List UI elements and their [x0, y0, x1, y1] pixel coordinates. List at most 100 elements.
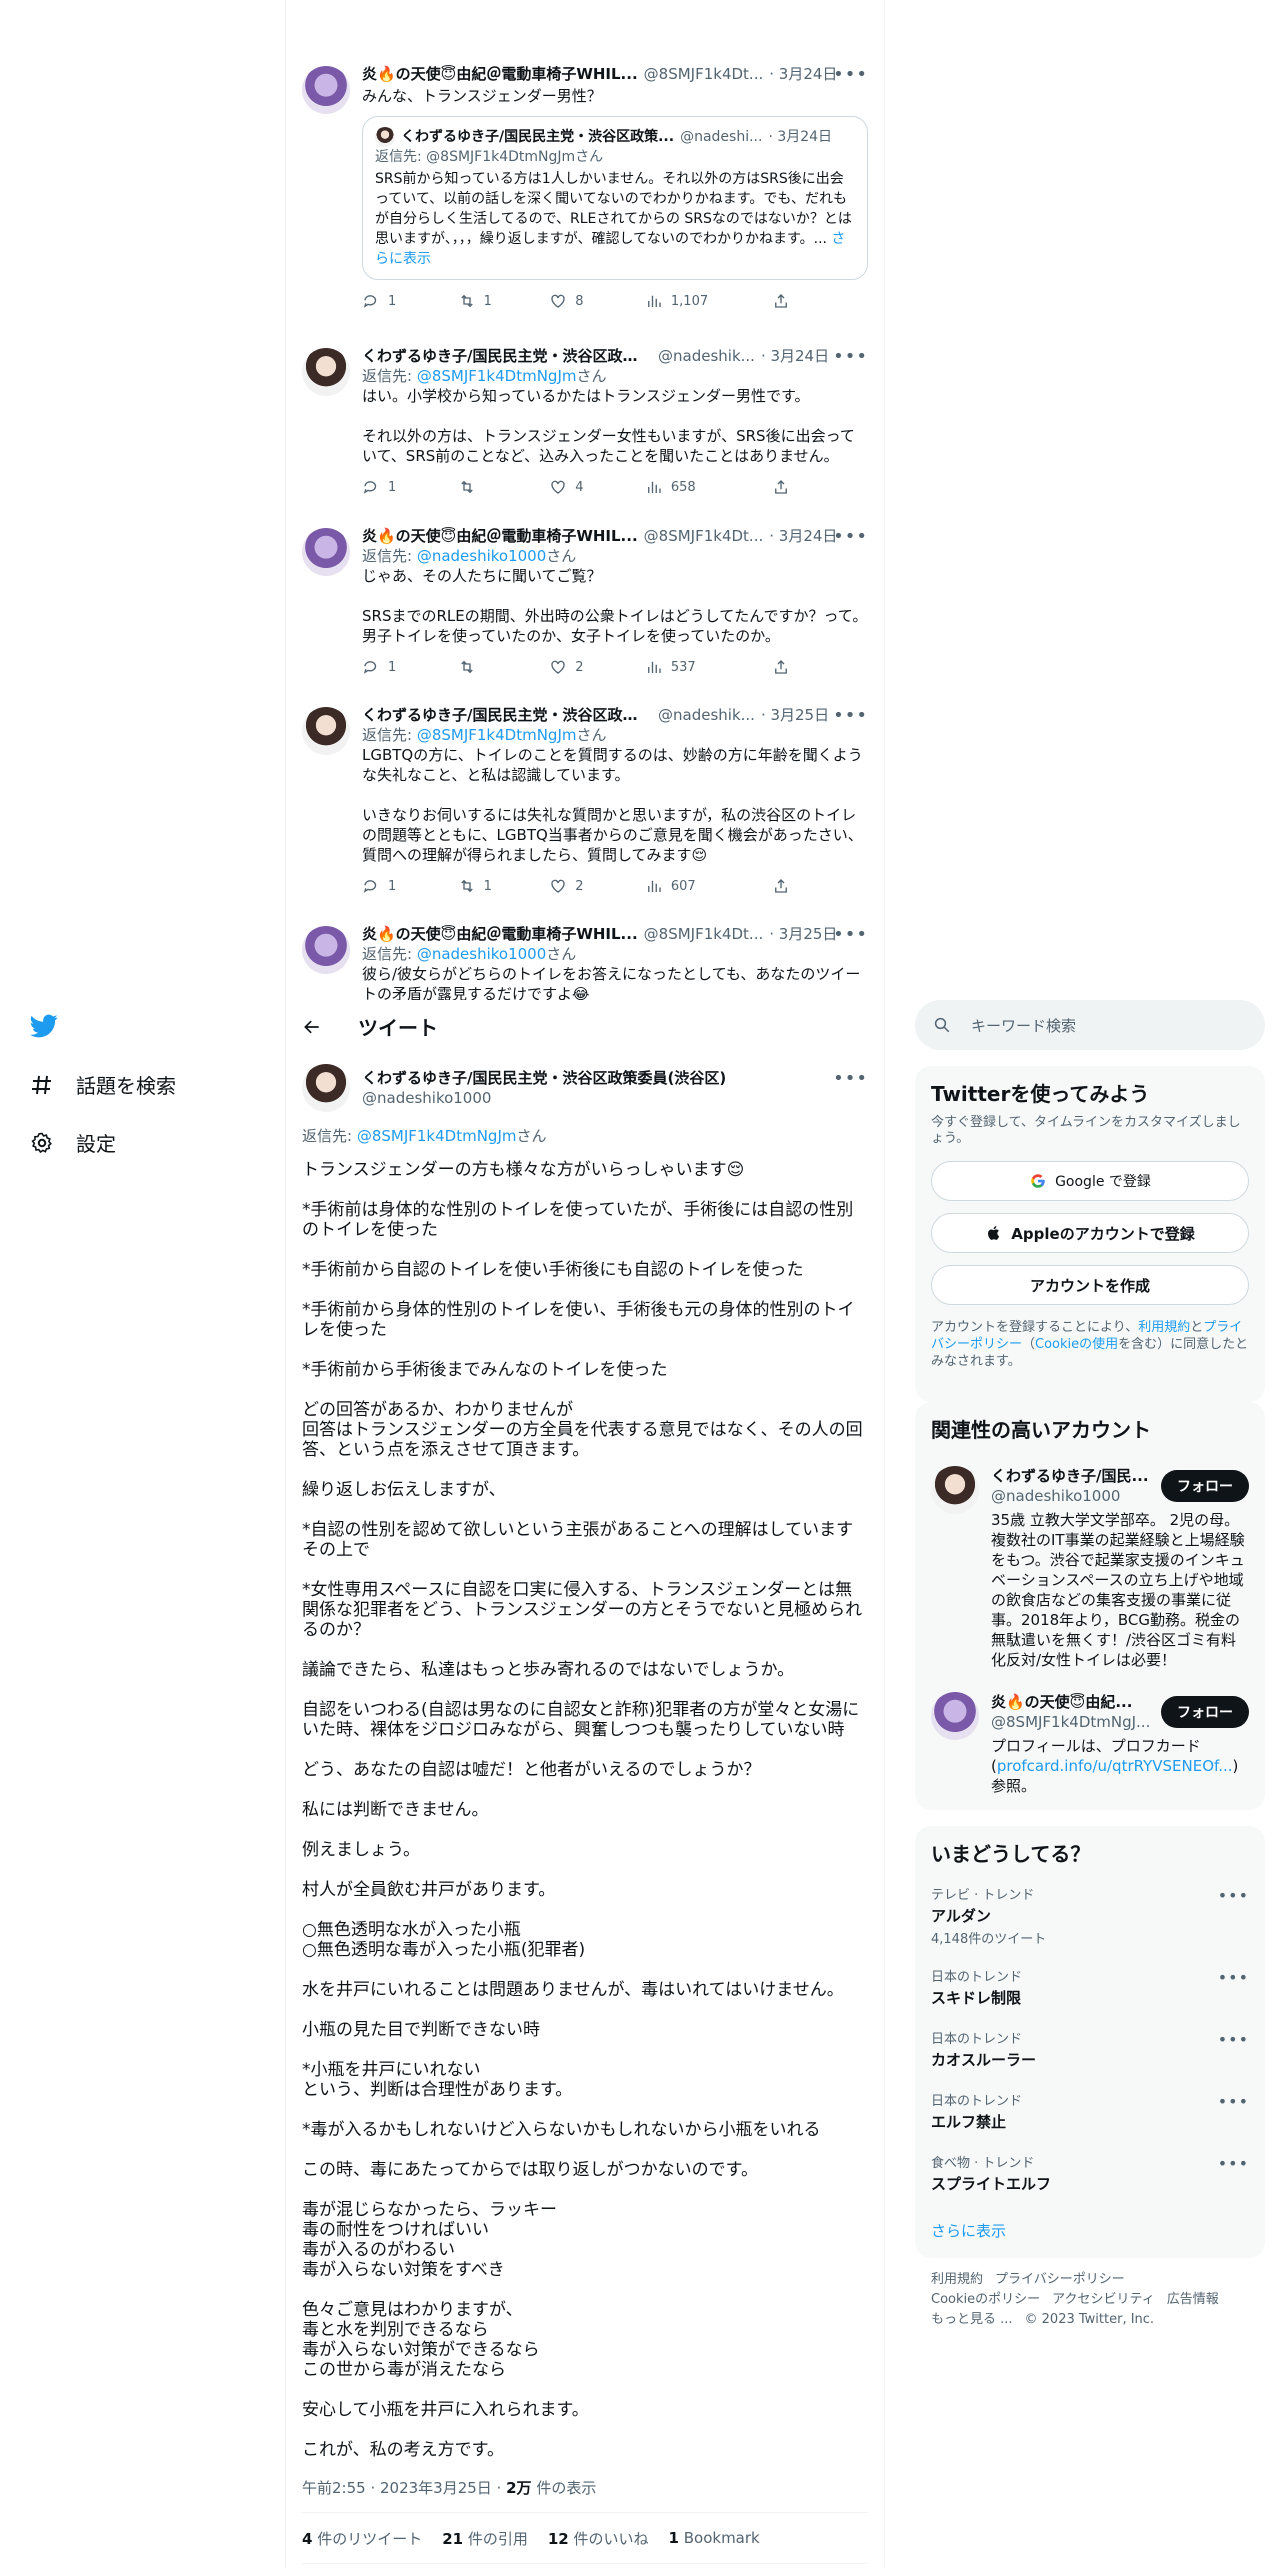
views-button[interactable]: 537: [645, 658, 773, 676]
footer-link[interactable]: プライバシーポリシー: [995, 2272, 1125, 2287]
like-button[interactable]: 4: [549, 478, 645, 496]
more-icon[interactable]: •••: [833, 64, 868, 85]
tweet-date[interactable]: · 3月25日: [769, 924, 837, 944]
search-input[interactable]: キーワード検索: [915, 1000, 1265, 1050]
back-arrow-icon[interactable]: [302, 1017, 322, 1037]
account-item[interactable]: 炎🔥の天使😇由紀... @8SMJF1k4DtmNgJ... フォロー プロフィ…: [915, 1684, 1265, 1804]
like-button[interactable]: 8: [549, 292, 645, 310]
share-button[interactable]: [772, 478, 868, 496]
profcard-link[interactable]: profcard.info/u/qtrRYVSENEOf...: [997, 1757, 1233, 1775]
author-name[interactable]: 炎🔥の天使😇由紀＠電動車椅子WHIL...: [362, 64, 638, 84]
trend-item[interactable]: 日本のトレンド スキドレ制限 •••: [931, 1966, 1249, 2008]
show-more-trends-link[interactable]: さらに表示: [931, 2220, 1006, 2241]
reply-button[interactable]: 1: [362, 292, 458, 310]
cookie-link[interactable]: Cookieの使用: [1035, 1337, 1118, 1352]
author-name[interactable]: くわずるゆき子/国民民主党・渋谷区政策委員(渋谷区): [362, 1068, 726, 1088]
terms-link[interactable]: 利用規約: [1138, 1320, 1190, 1335]
avatar[interactable]: [302, 528, 350, 576]
tweet-date[interactable]: · 3月24日: [769, 526, 837, 546]
follow-button[interactable]: フォロー: [1161, 1470, 1249, 1502]
more-icon[interactable]: •••: [833, 526, 868, 547]
reply-handle[interactable]: @nadeshiko1000: [417, 547, 546, 565]
more-icon[interactable]: •••: [833, 924, 868, 945]
quoted-tweet[interactable]: くわずるゆき子/国民民主党・渋谷区政策... @nadeshi... · 3月2…: [362, 116, 868, 280]
follow-button[interactable]: フォロー: [1161, 1696, 1249, 1728]
create-account-button[interactable]: アカウントを作成: [931, 1265, 1249, 1305]
author-handle[interactable]: @8SMJF1k4Dt...: [644, 526, 764, 546]
account-item[interactable]: くわずるゆき子/国民... @nadeshiko1000 フォロー 35歳 立教…: [915, 1458, 1265, 1678]
thread-tweet[interactable]: くわずるゆき子/国民民主党・渋谷区政策委... @nadeshik... · 3…: [286, 344, 884, 514]
views-button[interactable]: 607: [645, 877, 773, 895]
author-name[interactable]: くわずるゆき子/国民民主党・渋谷区政策委...: [362, 705, 652, 725]
share-button[interactable]: [772, 877, 868, 895]
tweet-date[interactable]: · 3月25日: [761, 705, 829, 725]
thread-tweet[interactable]: 炎🔥の天使😇由紀＠電動車椅子WHIL... @8SMJF1k4Dt... · 3…: [286, 60, 884, 330]
nav-settings[interactable]: 設定: [28, 1128, 116, 1157]
tweet-date[interactable]: · 3月24日: [761, 346, 829, 366]
retweets-stat[interactable]: 4 件のリツイート: [302, 2528, 422, 2549]
trend-item[interactable]: テレビ · トレンド アルダン 4,148件のツイート •••: [931, 1884, 1249, 1947]
views-button[interactable]: 1,107: [645, 292, 773, 310]
author-handle[interactable]: @8SMJF1k4Dt...: [644, 64, 764, 84]
retweet-button[interactable]: [458, 478, 550, 496]
author-handle[interactable]: @nadeshiko1000: [362, 1088, 726, 1108]
nav-explore[interactable]: 話題を検索: [28, 1070, 176, 1099]
retweet-button[interactable]: [458, 658, 550, 676]
thread-tweet[interactable]: 炎🔥の天使😇由紀＠電動車椅子WHIL... @8SMJF1k4Dt... · 3…: [286, 922, 884, 1000]
reply-handle[interactable]: @8SMJF1k4DtmNgJm: [417, 367, 577, 385]
avatar[interactable]: [302, 1064, 350, 1112]
avatar[interactable]: [302, 926, 350, 974]
bookmarks-stat[interactable]: 1 Bookmark: [669, 2529, 760, 2547]
reply-button[interactable]: 1: [362, 877, 458, 895]
more-icon[interactable]: •••: [1218, 1968, 1249, 1987]
footer-link[interactable]: もっと見る ...: [931, 2312, 1013, 2327]
avatar[interactable]: [931, 1466, 979, 1514]
retweet-button[interactable]: 1: [458, 292, 550, 310]
google-signup-button[interactable]: Google で登録: [931, 1161, 1249, 1201]
avatar[interactable]: [302, 66, 350, 114]
like-button[interactable]: 2: [549, 658, 645, 676]
author-name[interactable]: くわずるゆき子/国民民主党・渋谷区政策委...: [362, 346, 652, 366]
footer-link[interactable]: アクセシビリティ: [1052, 2292, 1155, 2307]
author-name[interactable]: 炎🔥の天使😇由紀＠電動車椅子WHIL...: [362, 526, 638, 546]
account-handle[interactable]: @8SMJF1k4DtmNgJ...: [991, 1712, 1151, 1732]
account-name[interactable]: 炎🔥の天使😇由紀...: [991, 1692, 1151, 1712]
tweet-date[interactable]: · 3月24日: [769, 64, 837, 84]
avatar[interactable]: [931, 1692, 979, 1740]
reply-button[interactable]: 1: [362, 478, 458, 496]
tweet-timestamp[interactable]: 午前2:55 · 2023年3月25日 ·: [302, 2479, 506, 2497]
like-button[interactable]: 2: [549, 877, 645, 895]
more-icon[interactable]: •••: [1218, 1886, 1249, 1905]
reply-handle[interactable]: @8SMJF1k4DtmNgJm: [357, 1127, 517, 1145]
account-handle[interactable]: @nadeshiko1000: [991, 1486, 1151, 1506]
more-icon[interactable]: •••: [833, 705, 868, 726]
trend-item[interactable]: 食べ物 · トレンド スプライトエルフ •••: [931, 2152, 1249, 2194]
footer-link[interactable]: Cookieのポリシー: [931, 2292, 1040, 2307]
more-icon[interactable]: •••: [1218, 2030, 1249, 2049]
quotes-stat[interactable]: 21 件の引用: [442, 2528, 528, 2549]
more-icon[interactable]: •••: [833, 346, 868, 367]
more-icon[interactable]: •••: [1218, 2092, 1249, 2111]
more-icon[interactable]: •••: [1218, 2154, 1249, 2173]
reply-button[interactable]: 1: [362, 658, 458, 676]
apple-signup-button[interactable]: Appleのアカウントで登録: [931, 1213, 1249, 1253]
trend-item[interactable]: 日本のトレンド カオスルーラー •••: [931, 2028, 1249, 2070]
reply-handle[interactable]: @8SMJF1k4DtmNgJm: [417, 726, 577, 744]
avatar[interactable]: [302, 707, 350, 755]
trend-item[interactable]: 日本のトレンド エルフ禁止 •••: [931, 2090, 1249, 2132]
likes-stat[interactable]: 12 件のいいね: [548, 2528, 649, 2549]
more-icon[interactable]: •••: [833, 1068, 868, 1089]
footer-link[interactable]: 広告情報: [1167, 2292, 1219, 2307]
share-button[interactable]: [772, 658, 868, 676]
author-name[interactable]: 炎🔥の天使😇由紀＠電動車椅子WHIL...: [362, 924, 638, 944]
author-handle[interactable]: @8SMJF1k4Dt...: [644, 924, 764, 944]
share-button[interactable]: [772, 292, 868, 310]
thread-tweet[interactable]: くわずるゆき子/国民民主党・渋谷区政策委... @nadeshik... · 3…: [286, 703, 884, 913]
retweet-button[interactable]: 1: [458, 877, 550, 895]
account-name[interactable]: くわずるゆき子/国民...: [991, 1466, 1151, 1486]
views-button[interactable]: 658: [645, 478, 773, 496]
reply-handle[interactable]: @nadeshiko1000: [417, 945, 546, 963]
avatar[interactable]: [302, 348, 350, 396]
thread-tweet[interactable]: 炎🔥の天使😇由紀＠電動車椅子WHIL... @8SMJF1k4Dt... · 3…: [286, 524, 884, 694]
author-handle[interactable]: @nadeshik...: [658, 705, 755, 725]
